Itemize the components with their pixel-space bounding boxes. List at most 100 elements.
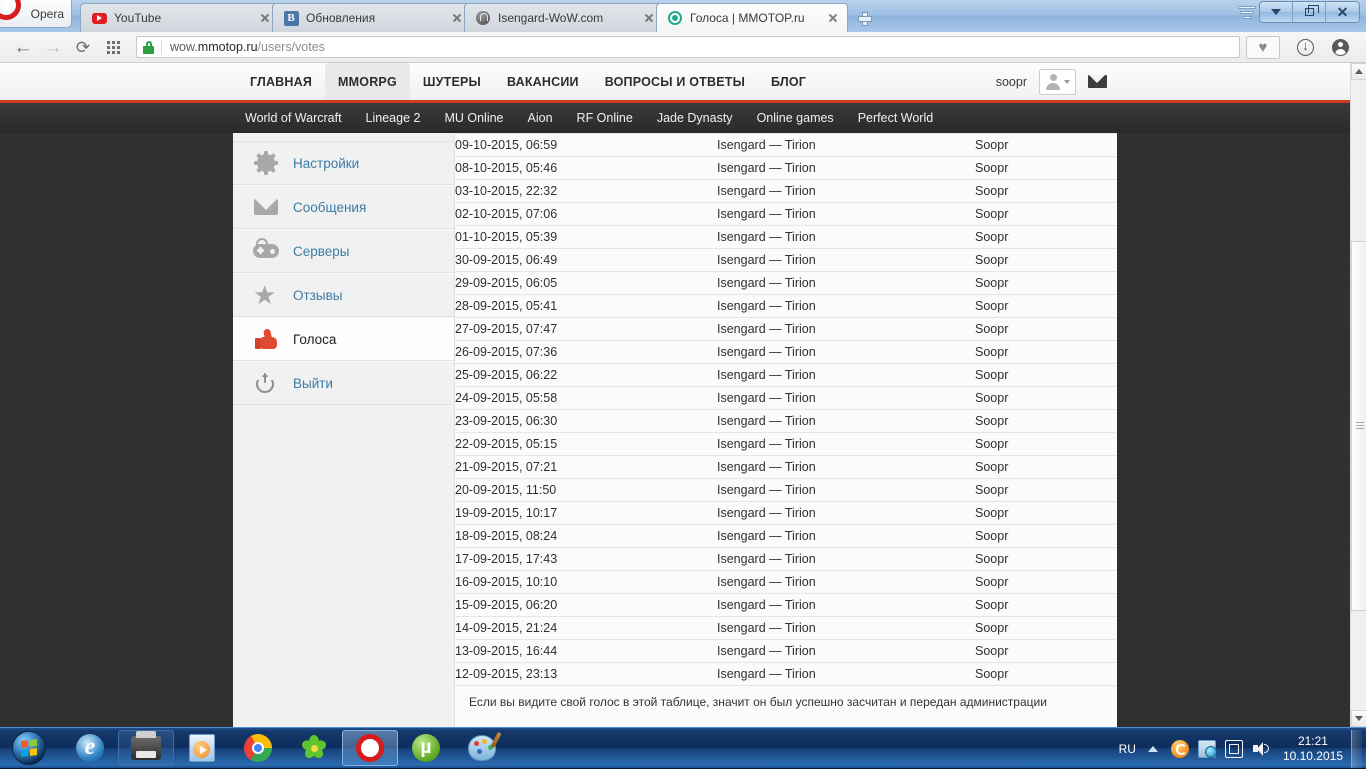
table-row: 25-09-2015, 06:22Isengard — TirionSoopr — [455, 364, 1117, 387]
nav-item-voprosy-i-otvety[interactable]: ВОПРОСЫ И ОТВЕТЫ — [592, 63, 758, 100]
messages-envelope-icon[interactable] — [1088, 75, 1107, 88]
taskbar-item-windows-media-player[interactable] — [174, 730, 230, 766]
subnav-item-world-of-warcraft[interactable]: World of Warcraft — [245, 111, 342, 125]
volume-icon[interactable] — [1252, 740, 1270, 758]
nav-item-blog[interactable]: БЛОГ — [758, 63, 819, 100]
vote-date: 02-10-2015, 07:06 — [455, 203, 717, 226]
votes-panel: 09-10-2015, 06:59Isengard — TirionSoopr0… — [455, 133, 1117, 727]
votes-table: 09-10-2015, 06:59Isengard — TirionSoopr0… — [455, 133, 1117, 686]
account-icon[interactable] — [1332, 39, 1349, 56]
subnav-item-mu-online[interactable]: MU Online — [444, 111, 503, 125]
taskbar-item-icq[interactable] — [286, 730, 342, 766]
media-player-icon — [189, 734, 215, 762]
opera-updater-icon[interactable] — [1171, 740, 1189, 758]
table-row: 24-09-2015, 05:58Isengard — TirionSoopr — [455, 387, 1117, 410]
vote-server: Isengard — Tirion — [717, 249, 975, 272]
nav-item-vakansii[interactable]: ВАКАНСИИ — [494, 63, 592, 100]
vote-user: Soopr — [975, 364, 1117, 387]
minimize-button[interactable] — [1260, 2, 1293, 22]
nav-item-shutery[interactable]: ШУТЕРЫ — [410, 63, 494, 100]
downloads-icon[interactable] — [1297, 39, 1314, 56]
taskbar-item-paint[interactable] — [454, 730, 510, 766]
opera-menu-button[interactable]: Opera — [0, 0, 72, 28]
sidebar-item-golosa[interactable]: Голоса — [233, 317, 454, 361]
chevron-down-icon — [1355, 716, 1363, 721]
show-hidden-icons-icon[interactable] — [1148, 746, 1158, 752]
taskbar-item-utorrent[interactable] — [398, 730, 454, 766]
taskbar-item-internet-explorer[interactable] — [62, 730, 118, 766]
scroll-up-button[interactable] — [1351, 63, 1366, 80]
vote-server: Isengard — Tirion — [717, 341, 975, 364]
action-center-icon[interactable] — [1225, 740, 1243, 758]
page-scrollbar[interactable] — [1350, 63, 1366, 727]
start-button[interactable] — [2, 729, 56, 767]
tab-menu-icon[interactable] — [1238, 6, 1256, 24]
vote-user: Soopr — [975, 479, 1117, 502]
opera-menu-label: Opera — [31, 7, 64, 21]
nav-item-glavnaya[interactable]: ГЛАВНАЯ — [237, 63, 325, 100]
language-indicator[interactable]: RU — [1119, 742, 1136, 756]
vote-date: 25-09-2015, 06:22 — [455, 364, 717, 387]
user-sidebar: Настройки Сообщения Серверы Отзывы — [233, 133, 455, 727]
show-desktop-button[interactable] — [1351, 730, 1362, 768]
subnav-item-rf-online[interactable]: RF Online — [577, 111, 633, 125]
tab-obnovleniya[interactable]: B Обновления — [272, 3, 472, 32]
vote-user: Soopr — [975, 203, 1117, 226]
vote-server: Isengard — Tirion — [717, 617, 975, 640]
forward-button[interactable]: → — [38, 34, 68, 60]
printer-icon — [131, 736, 161, 760]
tab-youtube[interactable]: YouTube — [80, 3, 280, 32]
tab-title: Голоса | MMOTOP.ru — [690, 11, 819, 25]
bookmark-heart-button[interactable]: ♥ — [1246, 36, 1280, 59]
tab-golosa-mmotop[interactable]: Голоса | MMOTOP.ru — [656, 3, 848, 32]
network-icon[interactable] — [1198, 740, 1216, 758]
sidebar-item-label: Отзывы — [293, 288, 342, 303]
vote-date: 18-09-2015, 08:24 — [455, 525, 717, 548]
sidebar-item-vyyti[interactable]: Выйти — [233, 361, 454, 405]
taskbar-item-opera[interactable] — [342, 730, 398, 766]
sidebar-item-otzyvy[interactable]: Отзывы — [233, 273, 454, 317]
tab-isengard-wow[interactable]: Isengard-WoW.com — [464, 3, 664, 32]
scroll-down-button[interactable] — [1351, 710, 1366, 727]
vote-server: Isengard — Tirion — [717, 433, 975, 456]
table-row: 03-10-2015, 22:32Isengard — TirionSoopr — [455, 180, 1117, 203]
subnav-item-perfect-world[interactable]: Perfect World — [858, 111, 934, 125]
sidebar-item-nastroyki[interactable]: Настройки — [233, 141, 454, 185]
table-row: 13-09-2015, 16:44Isengard — TirionSoopr — [455, 640, 1117, 663]
reload-button[interactable]: ⟳ — [68, 34, 98, 60]
close-icon[interactable] — [825, 10, 841, 26]
vote-user: Soopr — [975, 249, 1117, 272]
close-icon[interactable] — [257, 10, 273, 26]
table-row: 28-09-2015, 05:41Isengard — TirionSoopr — [455, 295, 1117, 318]
avatar-dropdown-button[interactable] — [1039, 69, 1076, 95]
table-row: 15-09-2015, 06:20Isengard — TirionSoopr — [455, 594, 1117, 617]
restore-button[interactable] — [1293, 2, 1326, 22]
speed-dial-button[interactable] — [98, 34, 128, 60]
subnav-item-online-games[interactable]: Online games — [757, 111, 834, 125]
close-icon[interactable] — [449, 10, 465, 26]
back-button[interactable]: ← — [8, 34, 38, 60]
vote-date: 03-10-2015, 22:32 — [455, 180, 717, 203]
close-button[interactable]: ✕ — [1326, 2, 1359, 22]
table-row: 02-10-2015, 07:06Isengard — TirionSoopr — [455, 203, 1117, 226]
vote-date: 21-09-2015, 07:21 — [455, 456, 717, 479]
subnav-item-jade-dynasty[interactable]: Jade Dynasty — [657, 111, 733, 125]
nav-item-mmorpg[interactable]: MMORPG — [325, 63, 410, 100]
subnav-item-lineage-2[interactable]: Lineage 2 — [366, 111, 421, 125]
scrollbar-thumb[interactable] — [1351, 241, 1366, 611]
address-bar[interactable]: wow.mmotop.ru/users/votes — [136, 36, 1240, 58]
close-icon: ✕ — [1337, 5, 1349, 19]
table-row: 18-09-2015, 08:24Isengard — TirionSoopr — [455, 525, 1117, 548]
taskbar-items — [62, 730, 510, 766]
subnav-item-aion[interactable]: Aion — [528, 111, 553, 125]
paint-icon — [468, 735, 496, 761]
taskbar-item-google-chrome[interactable] — [230, 730, 286, 766]
vote-date: 23-09-2015, 06:30 — [455, 410, 717, 433]
new-tab-button[interactable] — [852, 7, 876, 29]
sidebar-item-servery[interactable]: Серверы — [233, 229, 454, 273]
taskbar-item-printer-scanner[interactable] — [118, 730, 174, 766]
clock[interactable]: 21:21 10.10.2015 — [1283, 734, 1343, 764]
vote-date: 30-09-2015, 06:49 — [455, 249, 717, 272]
close-icon[interactable] — [641, 10, 657, 26]
sidebar-item-soobshcheniya[interactable]: Сообщения — [233, 185, 454, 229]
